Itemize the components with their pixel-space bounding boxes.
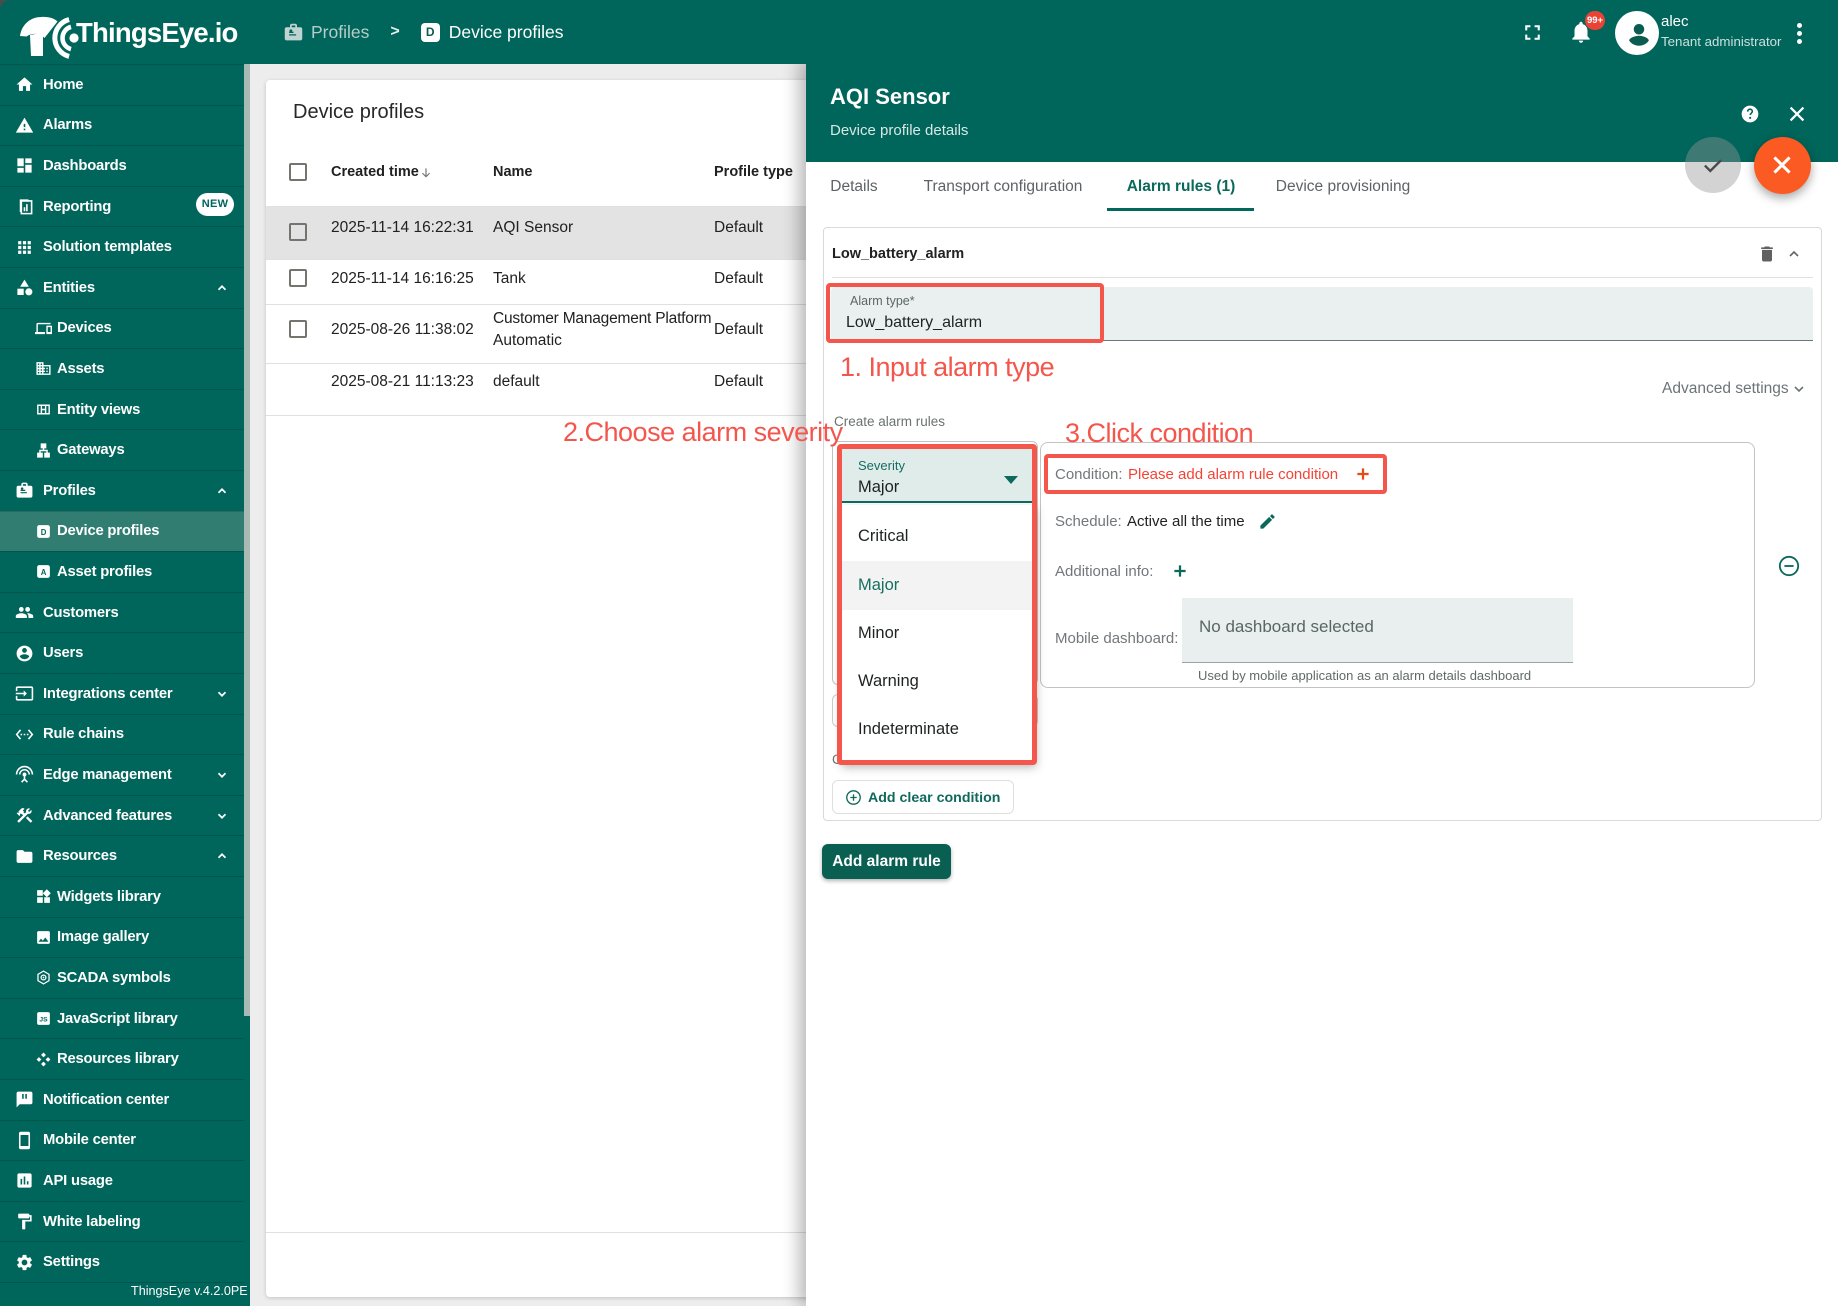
svg-text:D: D [41,528,47,537]
svg-text:JS: JS [39,1017,48,1024]
svg-text:A: A [41,568,47,577]
